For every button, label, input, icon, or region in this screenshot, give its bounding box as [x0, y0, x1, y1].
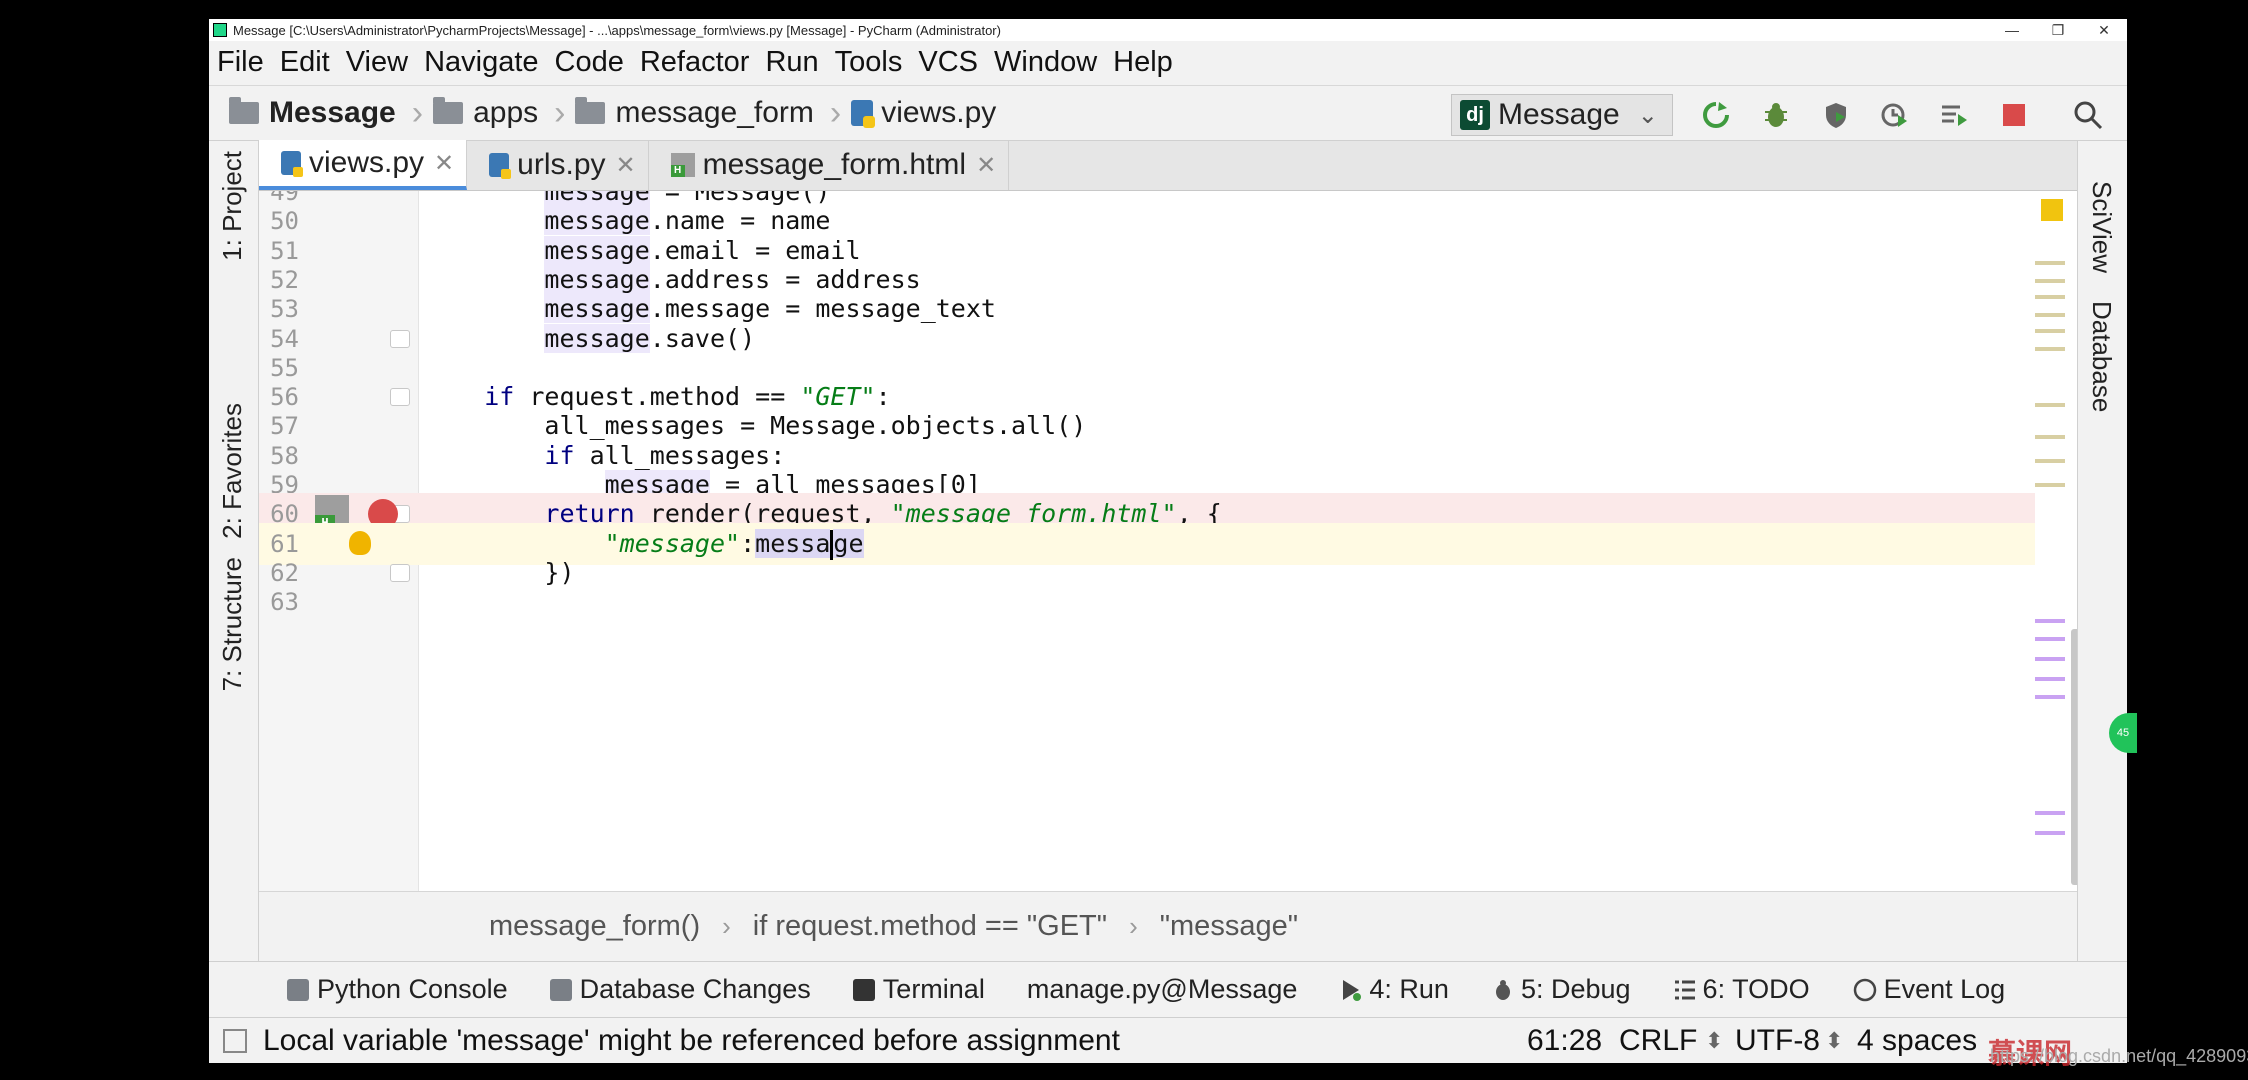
- tab-views-py[interactable]: views.py ✕: [259, 140, 468, 190]
- run-icon: [1343, 979, 1362, 1001]
- menu-bar: File Edit View Navigate Code Refactor Ru…: [209, 41, 2127, 83]
- run-tool-button[interactable]: 4: Run: [1339, 974, 1449, 1005]
- watermark-url: https://blog.csdn.net/qq_42890930: [1990, 1046, 2248, 1066]
- code-breadcrumbs: message_form() › if request.method == "G…: [259, 891, 2077, 961]
- editor-scrollbar[interactable]: [2071, 629, 2077, 885]
- chevron-down-icon: ⌄: [1637, 101, 1658, 129]
- database-changes-icon: [549, 978, 572, 1001]
- navigation-bar: Message › apps › message_form › views.py…: [209, 85, 2127, 141]
- error-stripe[interactable]: [2035, 191, 2077, 891]
- concurrency-icon[interactable]: [1937, 98, 1971, 132]
- menu-refactor[interactable]: Refactor: [640, 46, 750, 79]
- menu-edit[interactable]: Edit: [280, 46, 330, 79]
- menu-run[interactable]: Run: [765, 46, 818, 79]
- minimize-button[interactable]: —: [1989, 19, 2035, 41]
- tool-sciview[interactable]: SciView: [2086, 181, 2117, 273]
- restore-button[interactable]: ❐: [2035, 19, 2081, 41]
- coverage-icon[interactable]: [1819, 98, 1853, 132]
- status-message[interactable]: Local variable 'message' might be refere…: [263, 1024, 1120, 1058]
- close-tab-icon[interactable]: ✕: [616, 151, 636, 180]
- stop-icon[interactable]: [1997, 98, 2031, 132]
- breadcrumb-apps[interactable]: apps: [433, 96, 538, 130]
- close-window-button[interactable]: ✕: [2081, 19, 2127, 41]
- fold-marker-icon[interactable]: [390, 388, 410, 407]
- left-tool-strip: 1: Project 2: Favorites 7: Structure: [209, 141, 259, 961]
- tab-urls-py[interactable]: urls.py ✕: [467, 140, 649, 190]
- right-tool-strip: SciView Database: [2077, 141, 2127, 961]
- menu-view[interactable]: View: [346, 46, 408, 79]
- breadcrumb-project[interactable]: Message: [229, 96, 396, 130]
- menu-navigate[interactable]: Navigate: [424, 46, 538, 79]
- search-icon[interactable]: [2071, 98, 2105, 132]
- todo-icon: [1674, 980, 1695, 999]
- window-title: Message [C:\Users\Administrator\PycharmP…: [233, 22, 1001, 38]
- menu-window[interactable]: Window: [994, 46, 1097, 79]
- debug-tool-button[interactable]: 5: Debug: [1491, 974, 1631, 1005]
- debug-icon: [1495, 979, 1510, 1000]
- crumb-dict-key[interactable]: "message": [1160, 910, 1298, 943]
- indent-setting[interactable]: 4 spaces: [1857, 1018, 1977, 1063]
- title-bar: Message [C:\Users\Administrator\PycharmP…: [209, 19, 2127, 41]
- debug-icon[interactable]: [1759, 98, 1793, 132]
- tool-database[interactable]: Database: [2086, 301, 2117, 412]
- run-configuration-select[interactable]: dj Message ⌄: [1451, 94, 1673, 136]
- python-console-icon: [287, 978, 309, 1001]
- tool-window-bar: Python Console Database Changes Terminal…: [209, 961, 2127, 1017]
- pycharm-icon: [213, 23, 227, 37]
- code-line[interactable]: 63: [259, 581, 2077, 623]
- html-file-icon: [670, 153, 695, 177]
- folder-icon: [575, 97, 606, 124]
- code-editor[interactable]: 49 message = Message() 50 message.name = …: [259, 191, 2077, 891]
- warning-indicator-icon[interactable]: [2041, 199, 2063, 221]
- crumb-if-statement[interactable]: if request.method == "GET": [753, 910, 1107, 943]
- menu-file[interactable]: File: [217, 46, 264, 79]
- file-encoding[interactable]: UTF-8: [1735, 1018, 1820, 1063]
- todo-tool-button[interactable]: 6: TODO: [1673, 974, 1810, 1005]
- terminal-button[interactable]: Terminal: [852, 974, 985, 1005]
- tool-structure[interactable]: 7: Structure: [217, 557, 248, 691]
- fold-marker-icon[interactable]: [390, 329, 410, 348]
- tool-favorites[interactable]: 2: Favorites: [217, 403, 248, 539]
- python-file-icon: [489, 153, 512, 179]
- status-bar: Local variable 'message' might be refere…: [209, 1017, 2127, 1063]
- python-console-button[interactable]: Python Console: [287, 974, 508, 1005]
- close-tab-icon[interactable]: ✕: [434, 149, 454, 178]
- manage-py-button[interactable]: manage.py@Message: [1027, 974, 1298, 1005]
- breadcrumb-message-form[interactable]: message_form: [575, 96, 814, 130]
- menu-vcs[interactable]: VCS: [918, 46, 978, 79]
- editor-tabs: views.py ✕ urls.py ✕ message_form.html ✕: [259, 140, 2077, 191]
- crumb-function[interactable]: message_form(): [489, 910, 700, 943]
- caret-position[interactable]: 61:28: [1527, 1018, 1602, 1063]
- fold-marker-icon[interactable]: [390, 563, 410, 582]
- folder-icon: [433, 97, 464, 124]
- menu-tools[interactable]: Tools: [835, 46, 903, 79]
- breadcrumb-views-py[interactable]: views.py: [851, 96, 996, 130]
- folder-icon: [229, 97, 259, 124]
- menu-code[interactable]: Code: [555, 46, 624, 79]
- python-file-icon: [851, 100, 876, 128]
- menu-help[interactable]: Help: [1113, 46, 1173, 79]
- toggle-tool-windows-icon[interactable]: [223, 1028, 247, 1053]
- database-changes-button[interactable]: Database Changes: [549, 974, 811, 1005]
- pycharm-window: Message [C:\Users\Administrator\PycharmP…: [209, 19, 2127, 1063]
- close-tab-icon[interactable]: ✕: [976, 151, 996, 180]
- django-icon: dj: [1460, 100, 1490, 130]
- line-separator[interactable]: CRLF: [1619, 1018, 1697, 1063]
- tab-message-form-html[interactable]: message_form.html ✕: [649, 140, 1010, 190]
- python-file-icon: [281, 151, 303, 177]
- tool-project[interactable]: 1: Project: [217, 151, 248, 261]
- event-log-button[interactable]: Event Log: [1852, 974, 2005, 1005]
- rerun-icon[interactable]: [1699, 98, 1733, 132]
- profile-icon[interactable]: [1877, 98, 1911, 132]
- terminal-icon: [852, 978, 875, 1001]
- event-log-icon: [1853, 978, 1876, 1001]
- line-number: 63: [270, 588, 299, 617]
